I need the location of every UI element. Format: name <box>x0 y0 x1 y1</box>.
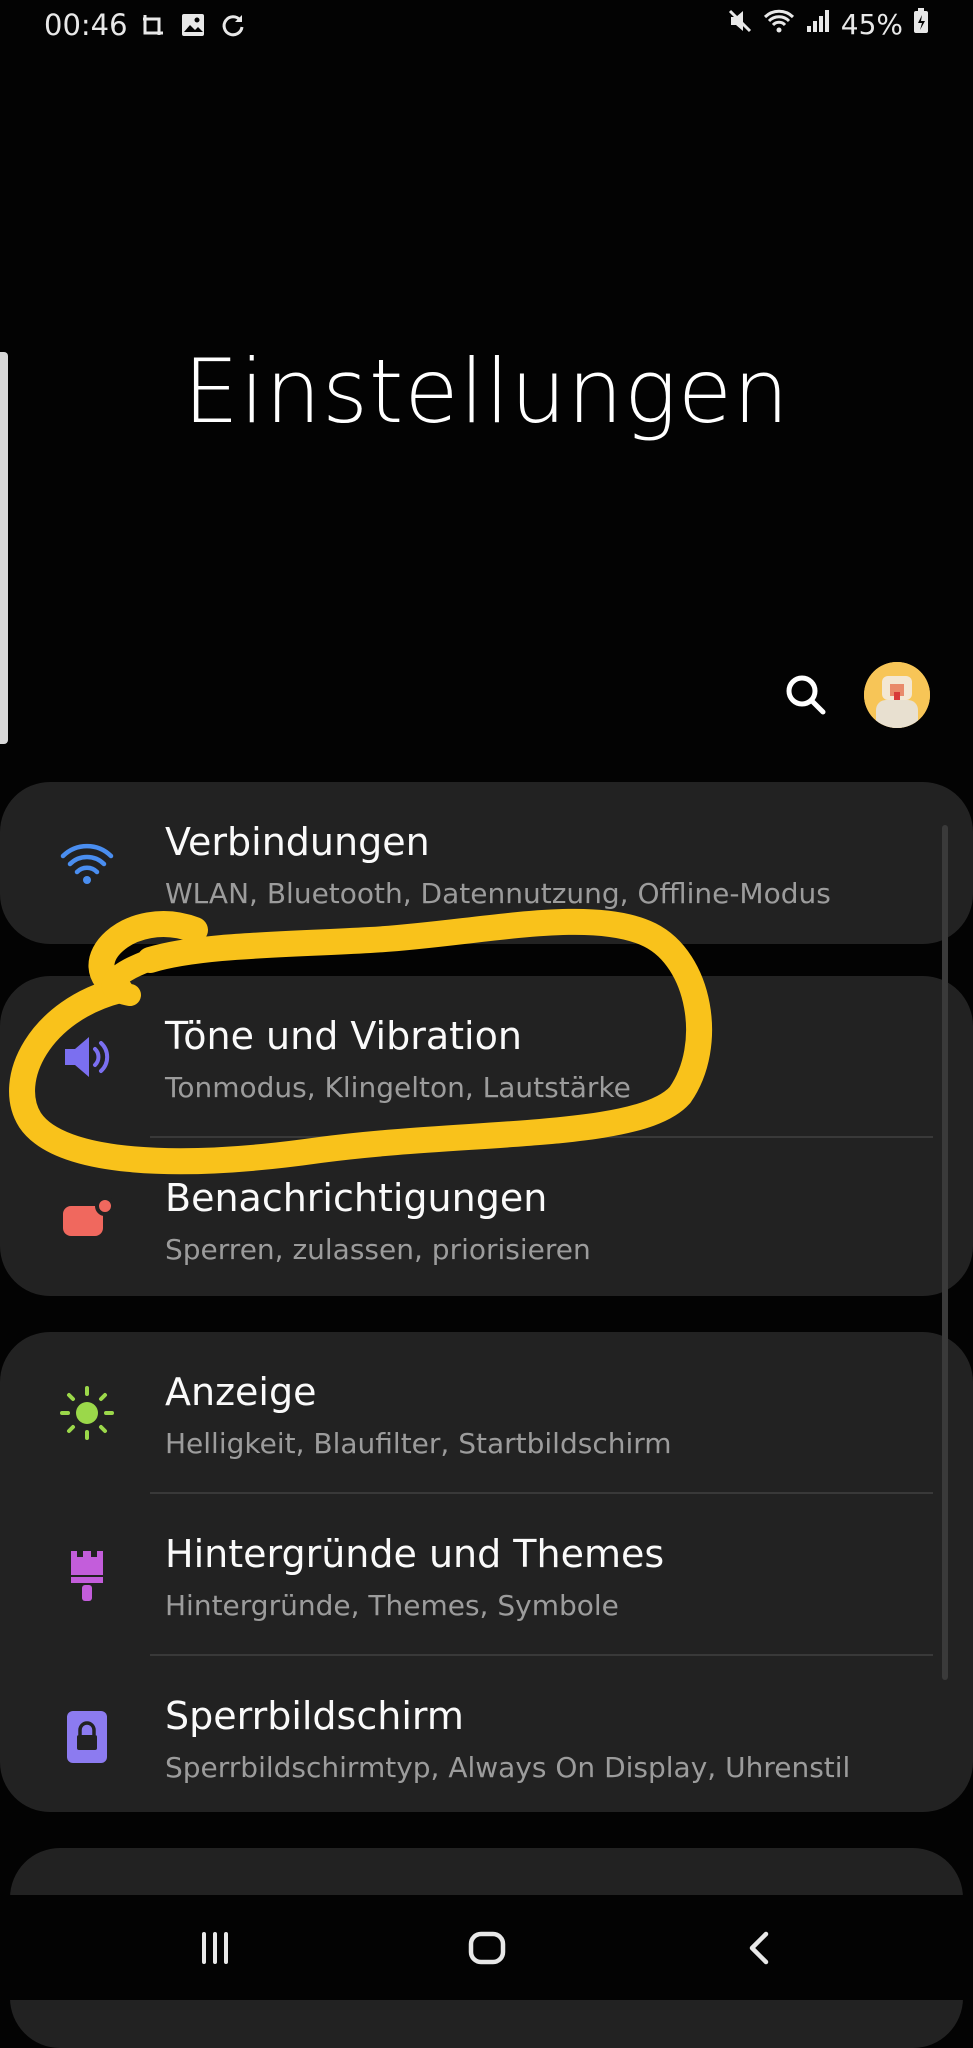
scrollbar[interactable] <box>942 825 948 1680</box>
status-icons-right: 45% <box>727 8 929 41</box>
settings-item-title: Benachrichtigungen <box>165 1176 548 1220</box>
home-icon <box>468 1931 506 1965</box>
settings-item-hintergruende[interactable]: Hintergründe und Themes Hintergründe, Th… <box>0 1494 973 1656</box>
status-bar: 00:46 45% <box>0 0 973 56</box>
settings-group-display: Anzeige Helligkeit, Blaufilter, Startbil… <box>0 1332 973 1812</box>
settings-item-sperrbildschirm[interactable]: Sperrbildschirm Sperrbildschirmtyp, Alwa… <box>0 1656 973 1818</box>
recents-button[interactable] <box>180 1913 250 1983</box>
search-button[interactable] <box>781 670 831 720</box>
status-icons-left <box>140 12 246 42</box>
wifi-icon <box>763 8 795 41</box>
screenshot-icon <box>140 12 166 42</box>
settings-item-title: Sperrbildschirm <box>165 1694 464 1738</box>
settings-item-subtitle: Tonmodus, Klingelton, Lautstärke <box>165 1071 631 1104</box>
home-button[interactable] <box>452 1913 522 1983</box>
wifi-icon <box>55 831 119 895</box>
signal-icon <box>805 8 831 41</box>
lock-icon <box>55 1705 119 1769</box>
notification-icon <box>55 1187 119 1251</box>
recents-icon <box>202 1932 228 1964</box>
settings-group-connections: Verbindungen WLAN, Bluetooth, Datennutzu… <box>0 782 973 944</box>
settings-item-subtitle: Hintergründe, Themes, Symbole <box>165 1589 619 1622</box>
back-button[interactable] <box>725 1913 795 1983</box>
settings-item-title: Anzeige <box>165 1370 317 1414</box>
search-icon <box>786 675 826 715</box>
sync-icon <box>220 12 246 42</box>
settings-item-verbindungen[interactable]: Verbindungen WLAN, Bluetooth, Datennutzu… <box>0 782 973 944</box>
navigation-bar <box>0 1895 973 2000</box>
back-icon <box>749 1931 769 1965</box>
settings-item-subtitle: WLAN, Bluetooth, Datennutzung, Offline-M… <box>165 877 831 910</box>
settings-item-anzeige[interactable]: Anzeige Helligkeit, Blaufilter, Startbil… <box>0 1332 973 1494</box>
settings-item-title: Hintergründe und Themes <box>165 1532 665 1576</box>
gallery-icon <box>180 12 206 42</box>
brush-icon <box>55 1543 119 1607</box>
battery-charging-icon <box>913 8 929 41</box>
settings-item-title: Verbindungen <box>165 820 430 864</box>
brightness-icon <box>55 1381 119 1445</box>
status-time: 00:46 <box>44 8 128 42</box>
speaker-icon <box>55 1025 119 1089</box>
profile-avatar[interactable] <box>864 662 930 728</box>
settings-item-title: Töne und Vibration <box>165 1014 522 1058</box>
settings-item-subtitle: Helligkeit, Blaufilter, Startbildschirm <box>165 1427 672 1460</box>
settings-group-sound: Töne und Vibration Tonmodus, Klingelton,… <box>0 976 973 1296</box>
settings-item-toene[interactable]: Töne und Vibration Tonmodus, Klingelton,… <box>0 976 973 1138</box>
settings-item-benachrichtigungen[interactable]: Benachrichtigungen Sperren, zulassen, pr… <box>0 1138 973 1300</box>
battery-percent: 45% <box>840 8 903 41</box>
settings-item-subtitle: Sperren, zulassen, priorisieren <box>165 1233 591 1266</box>
mute-icon <box>727 8 753 41</box>
settings-item-subtitle: Sperrbildschirmtyp, Always On Display, U… <box>165 1751 851 1784</box>
page-title: Einstellungen <box>183 340 790 443</box>
